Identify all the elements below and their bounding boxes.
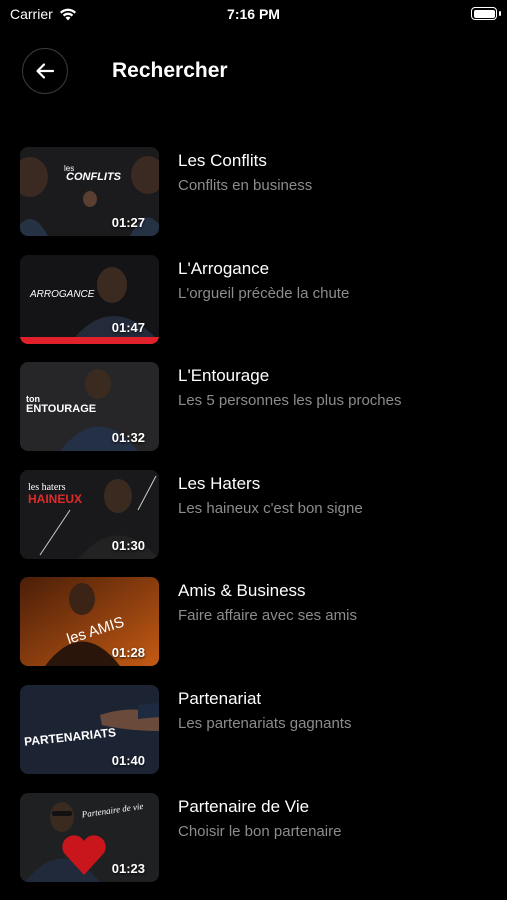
- thumb-text: CONFLITS: [66, 171, 122, 183]
- video-title: L'Arrogance: [178, 259, 270, 278]
- thumb-text: ARROGANCE: [29, 289, 95, 300]
- thumb-text: HAINEUX: [28, 492, 82, 506]
- video-subtitle: Les 5 personnes les plus proches: [178, 392, 402, 409]
- video-thumbnail: PARTENARIATS 01:40: [20, 685, 159, 774]
- video-thumbnail: les CONFLITS 01:27: [20, 147, 159, 236]
- clock: 7:16 PM: [227, 6, 280, 22]
- header: Rechercher: [0, 48, 507, 98]
- video-subtitle: Les partenariats gagnants: [178, 715, 352, 732]
- video-item-arrogance[interactable]: ARROGANCE 01:47 L'Arrogance L'orgueil pr…: [0, 255, 507, 345]
- video-item-partenariat[interactable]: PARTENARIATS 01:40 Partenariat Les parte…: [0, 685, 507, 775]
- video-item-conflits[interactable]: les CONFLITS 01:27 Les Conflits Conflits…: [0, 147, 507, 237]
- video-duration: 01:23: [111, 861, 145, 876]
- video-thumbnail: les haters HAINEUX 01:30: [20, 470, 159, 559]
- video-subtitle: L'orgueil précède la chute: [178, 285, 350, 302]
- video-duration: 01:28: [111, 645, 145, 660]
- video-thumbnail: ARROGANCE 01:47: [20, 255, 159, 344]
- video-title: Les Haters: [178, 474, 261, 493]
- video-title: L'Entourage: [178, 366, 270, 385]
- video-duration: 01:47: [111, 320, 145, 335]
- video-title: Amis & Business: [178, 581, 306, 600]
- page-title: Rechercher: [112, 59, 228, 82]
- video-title: Partenariat: [178, 689, 262, 708]
- battery-cap: [499, 11, 501, 16]
- battery-icon: [471, 7, 497, 20]
- video-subtitle: Choisir le bon partenaire: [178, 823, 342, 840]
- video-subtitle: Conflits en business: [178, 177, 313, 194]
- video-item-entourage[interactable]: ton ENTOURAGE 01:32 L'Entourage Les 5 pe…: [0, 362, 507, 452]
- video-duration: 01:30: [111, 538, 145, 553]
- thumb-text: ENTOURAGE: [26, 403, 96, 415]
- video-subtitle: Faire affaire avec ses amis: [178, 607, 357, 624]
- status-bar: Carrier 7:16 PM: [0, 0, 507, 30]
- video-title: Les Conflits: [178, 151, 267, 170]
- video-duration: 01:32: [111, 430, 145, 445]
- arrow-left-icon: [36, 63, 55, 79]
- video-thumbnail: les AMIS 01:28: [20, 577, 159, 666]
- video-subtitle: Les haineux c'est bon signe: [178, 500, 363, 517]
- video-item-partenaire-de-vie[interactable]: Partenaire de vie 01:23 Partenaire de Vi…: [0, 793, 507, 883]
- video-thumbnail: ton ENTOURAGE 01:32: [20, 362, 159, 451]
- video-item-haters[interactable]: les haters HAINEUX 01:30 Les Haters Les …: [0, 470, 507, 560]
- video-title: Partenaire de Vie: [178, 797, 310, 816]
- video-duration: 01:40: [111, 753, 145, 768]
- video-duration: 01:27: [111, 215, 145, 230]
- video-thumbnail: Partenaire de vie 01:23: [20, 793, 159, 882]
- back-button[interactable]: [22, 48, 68, 94]
- video-item-amis-business[interactable]: les AMIS 01:28 Amis & Business Faire aff…: [0, 577, 507, 667]
